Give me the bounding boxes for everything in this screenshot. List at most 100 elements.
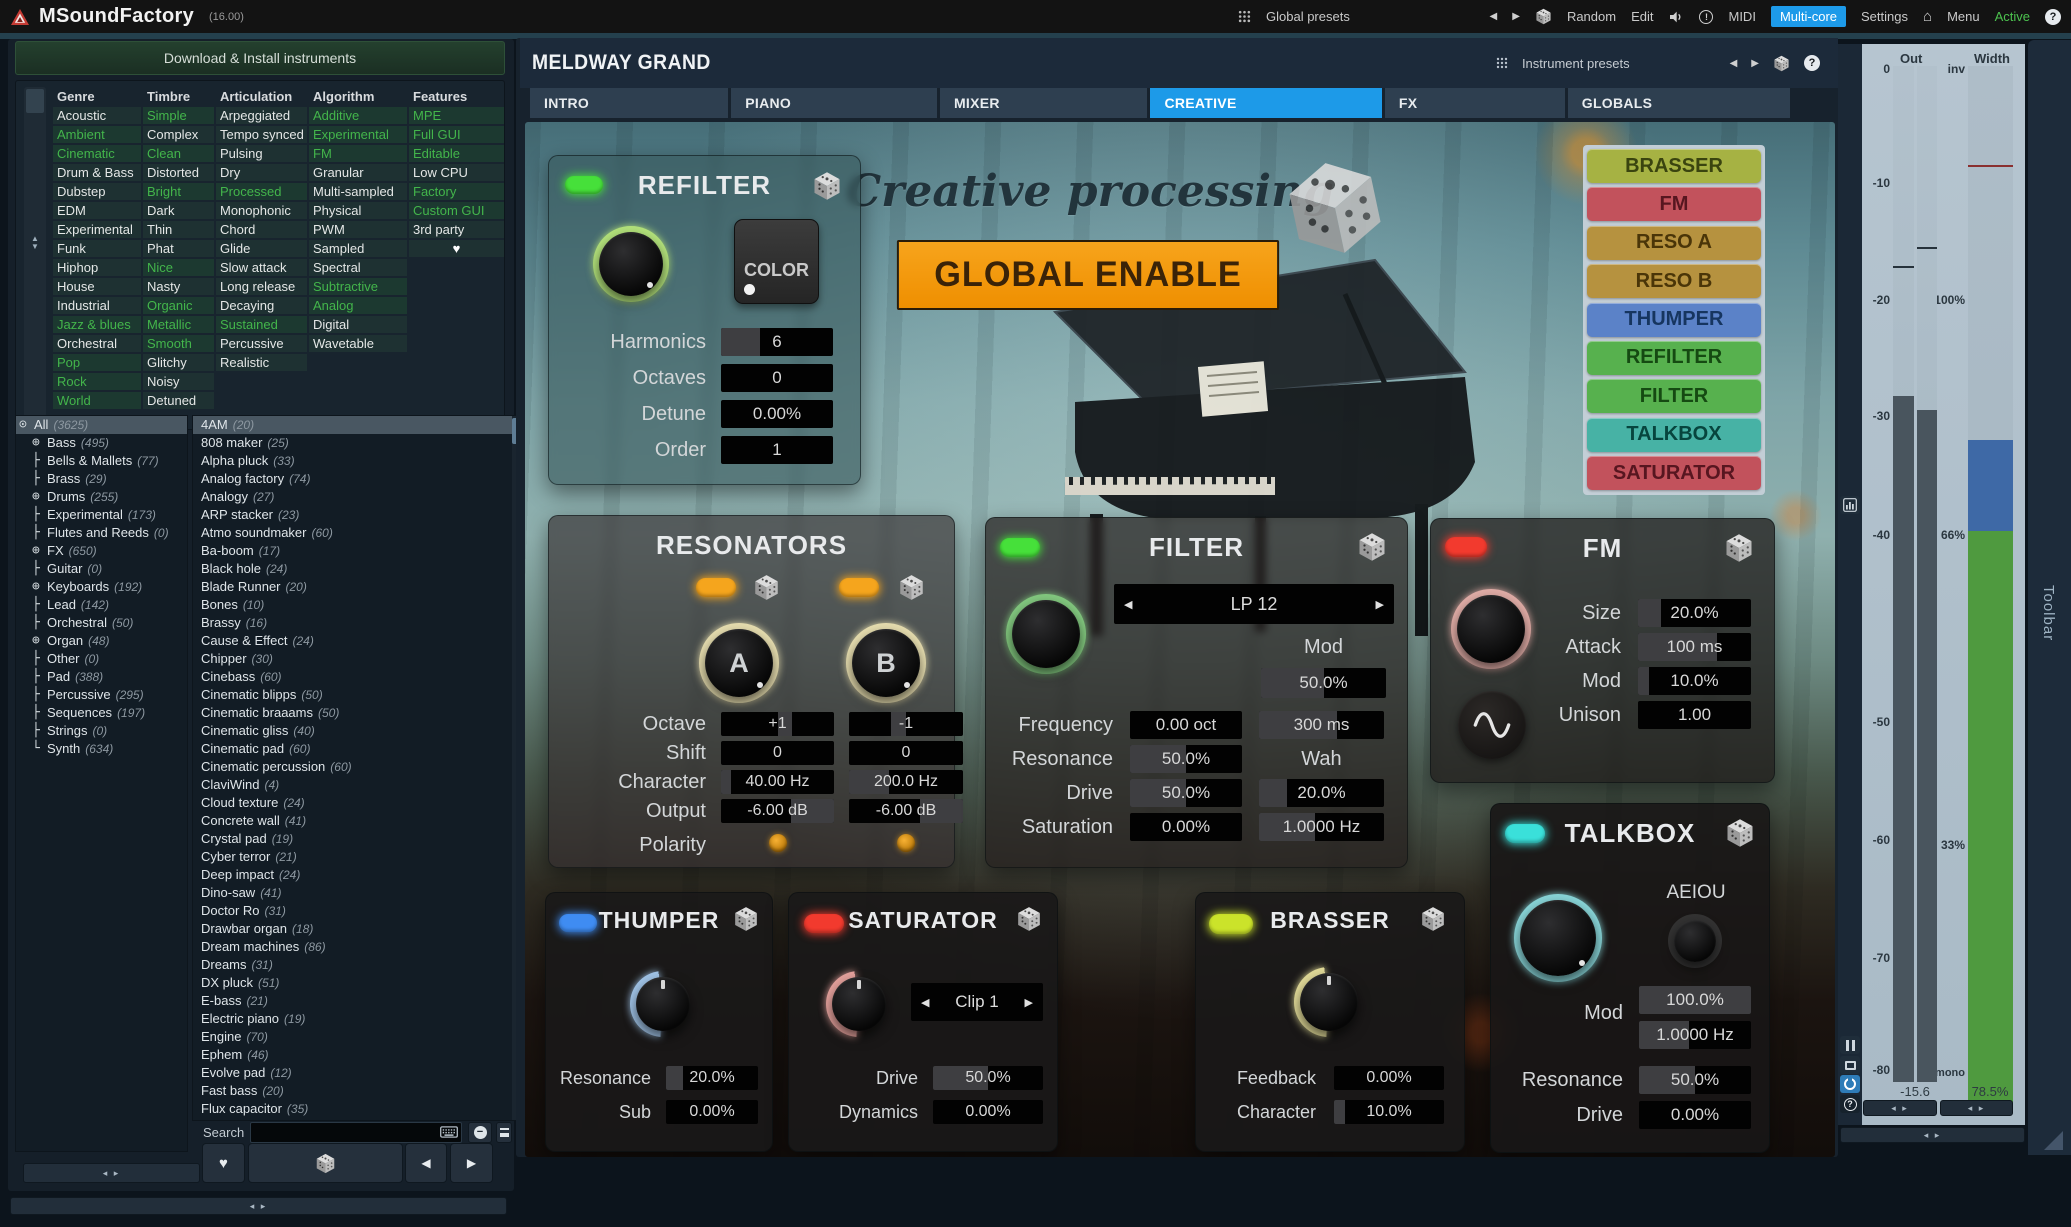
preset-list-item[interactable]: ClaviWind(4) (193, 776, 517, 794)
talkbox-resonance-field[interactable]: 50.0% (1639, 1066, 1751, 1094)
preset-list-item[interactable]: Cinematic gliss(40) (193, 722, 517, 740)
tree-item[interactable]: ├Strings(0) (16, 722, 187, 740)
shift-b-field[interactable]: 0 (849, 741, 963, 765)
next-instrument-preset[interactable]: ▶ (1751, 58, 1759, 69)
tag-item[interactable]: Glitchy (143, 354, 214, 371)
preset-list-item[interactable]: Cinematic percussion(60) (193, 758, 517, 776)
tag-item[interactable]: Spectral (309, 259, 407, 276)
tag-item[interactable]: Dark (143, 202, 214, 219)
tag-item[interactable]: Phat (143, 240, 214, 257)
tree-expand-icon[interactable]: ⊕ (32, 578, 47, 596)
filter-type-selector[interactable]: ◀ LP 12 ▶ (1114, 584, 1394, 624)
chain-button-filter[interactable]: FILTER (1587, 379, 1761, 413)
saturation-field[interactable]: 0.00% (1130, 813, 1242, 841)
wah-amount-field[interactable]: 20.0% (1259, 779, 1384, 807)
brasser-feedback-field[interactable]: 0.00% (1334, 1066, 1444, 1090)
tag-item[interactable]: Decaying (216, 297, 307, 314)
octaves-field[interactable]: 0 (721, 364, 833, 392)
tag-item[interactable]: Slow attack (216, 259, 307, 276)
tree-item[interactable]: ⊕FX(650) (16, 542, 187, 560)
size-field[interactable]: 20.0% (1638, 599, 1751, 627)
tree-item[interactable]: ⊕Keyboards(192) (16, 578, 187, 596)
tree-item[interactable]: ├Brass(29) (16, 470, 187, 488)
tag-item[interactable]: Full GUI (409, 126, 504, 143)
search-input[interactable] (250, 1122, 462, 1143)
mod-field[interactable]: 10.0% (1638, 667, 1751, 695)
random-preset-button[interactable] (248, 1143, 403, 1183)
tag-item[interactable]: Realistic (216, 354, 307, 371)
tree-item[interactable]: ├Orchestral(50) (16, 614, 187, 632)
preset-list-item[interactable]: E-bass(21) (193, 992, 517, 1010)
next-type-icon[interactable]: ▶ (1376, 598, 1384, 611)
talkbox-randomize-dice-icon[interactable] (1725, 818, 1755, 848)
tag-item[interactable]: Analog (309, 297, 407, 314)
chain-button-saturator[interactable]: SATURATOR (1587, 456, 1761, 490)
tag-item[interactable]: Granular (309, 164, 407, 181)
unison-field[interactable]: 1.00 (1638, 701, 1751, 729)
tag-item[interactable]: Percussive (216, 335, 307, 352)
brasser-randomize-dice-icon[interactable] (1420, 906, 1446, 932)
preset-list-item[interactable]: Fast bass(20) (193, 1082, 517, 1100)
tag-item[interactable]: House (53, 278, 141, 295)
saturator-knob[interactable] (826, 971, 892, 1037)
active-status[interactable]: Active (1995, 9, 2030, 24)
tree-item[interactable]: ⊙All(3625) (16, 416, 187, 434)
tree-item[interactable]: ⊕Drums(255) (16, 488, 187, 506)
chain-button-reso-b[interactable]: RESO B (1587, 264, 1761, 298)
preset-list-item[interactable]: Cause & Effect(24) (193, 632, 517, 650)
chain-button-talkbox[interactable]: TALKBOX (1587, 418, 1761, 452)
tree-item[interactable]: ├Guitar(0) (16, 560, 187, 578)
preset-list-item[interactable]: Analogy(27) (193, 488, 517, 506)
preset-prev-button[interactable]: ◀ (1490, 11, 1498, 22)
clear-search-button[interactable]: − (468, 1122, 492, 1143)
preset-list-item[interactable]: Cinematic braaams(50) (193, 704, 517, 722)
color-button[interactable]: COLOR (734, 219, 819, 304)
tree-expand-icon[interactable]: ⊕ (32, 488, 47, 506)
character-b-field[interactable]: 200.0 Hz (849, 770, 963, 794)
preset-list-item[interactable]: Brassy(16) (193, 614, 517, 632)
preset-list-item[interactable]: Engine(70) (193, 1028, 517, 1046)
download-install-button[interactable]: Download & Install instruments (15, 41, 505, 75)
preset-list-item[interactable]: 4AM(20) (193, 416, 517, 434)
resonator-b-dice-icon[interactable] (898, 574, 925, 601)
tag-panel-scrollbar[interactable]: ▲▼ (24, 87, 46, 423)
tree-item[interactable]: ├Flutes and Reeds(0) (16, 524, 187, 542)
resize-handle[interactable] (2044, 1131, 2063, 1150)
resonator-a-knob[interactable]: A (699, 623, 779, 703)
home-icon[interactable]: ⌂ (1923, 8, 1932, 25)
preset-list-item[interactable]: Drawbar organ(18) (193, 920, 517, 938)
tag-item[interactable]: Factory (409, 183, 504, 200)
shift-a-field[interactable]: 0 (721, 741, 834, 765)
keyboard-icon[interactable] (440, 1125, 458, 1139)
panic-icon[interactable]: ! (1699, 10, 1713, 24)
drive-field[interactable]: 50.0% (1130, 779, 1242, 807)
mod-time-field[interactable]: 300 ms (1259, 711, 1384, 739)
chain-button-reso-a[interactable]: RESO A (1587, 226, 1761, 260)
tree-expand-icon[interactable]: ⊙ (19, 416, 34, 434)
tree-expand-icon[interactable]: ⊕ (32, 434, 47, 452)
tag-item[interactable]: Sustained (216, 316, 307, 333)
tag-item[interactable]: Monophonic (216, 202, 307, 219)
tag-item[interactable]: Sampled (309, 240, 407, 257)
toolbar-strip[interactable]: Toolbar (2028, 40, 2071, 1155)
brasser-knob[interactable] (1294, 967, 1364, 1037)
tree-item[interactable]: ⊕Organ(48) (16, 632, 187, 650)
tag-item[interactable]: Bright (143, 183, 214, 200)
settings-button[interactable]: Settings (1861, 9, 1908, 24)
tree-expand-icon[interactable]: ⊕ (32, 542, 47, 560)
talkbox-mod-rate-field[interactable]: 1.0000 Hz (1639, 1021, 1751, 1049)
saturator-dynamics-field[interactable]: 0.00% (933, 1100, 1043, 1124)
tag-item[interactable]: Dubstep (53, 183, 141, 200)
tag-item[interactable]: Acoustic (53, 107, 141, 124)
preset-list-item[interactable]: Dream machines(86) (193, 938, 517, 956)
tree-item[interactable]: ⊕Bass(495) (16, 434, 187, 452)
tree-item[interactable]: ├Bells & Mallets(77) (16, 452, 187, 470)
preset-list-item[interactable]: Analog factory(74) (193, 470, 517, 488)
favorite-button[interactable]: ♥ (202, 1143, 245, 1183)
preset-list-item[interactable]: Alpha pluck(33) (193, 452, 517, 470)
tree-item[interactable]: └Synth(634) (16, 740, 187, 758)
resonator-b-knob[interactable]: B (846, 623, 926, 703)
tag-item[interactable]: Arpeggiated (216, 107, 307, 124)
wah-rate-field[interactable]: 1.0000 Hz (1259, 813, 1384, 841)
preset-list-item[interactable]: Doctor Ro(31) (193, 902, 517, 920)
